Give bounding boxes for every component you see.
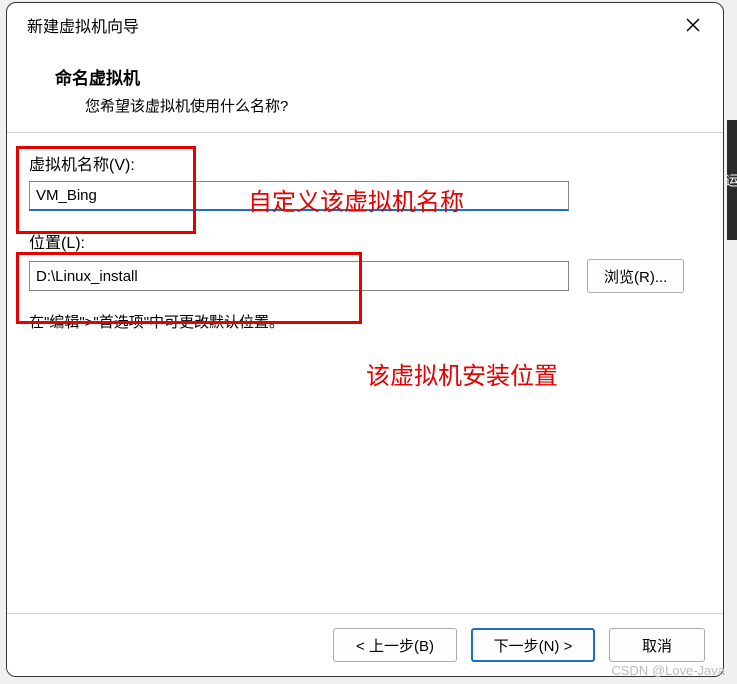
wizard-step-title: 命名虚拟机 <box>55 64 703 89</box>
vm-name-label: 虚拟机名称(V): <box>29 151 701 175</box>
location-row: 浏览(R)... <box>29 259 701 293</box>
vm-name-input[interactable] <box>29 181 569 211</box>
side-strip: 运 <box>727 120 737 240</box>
close-button[interactable] <box>677 11 709 39</box>
cancel-button[interactable]: 取消 <box>609 628 705 662</box>
vm-name-group: 虚拟机名称(V): <box>29 151 701 211</box>
new-vm-wizard-dialog: 新建虚拟机向导 命名虚拟机 您希望该虚拟机使用什么名称? 虚拟机名称(V): 位… <box>6 2 724 677</box>
wizard-header: 命名虚拟机 您希望该虚拟机使用什么名称? <box>7 48 723 132</box>
vm-location-input[interactable] <box>29 261 569 291</box>
close-icon <box>686 18 700 32</box>
next-button[interactable]: 下一步(N) > <box>471 628 595 662</box>
wizard-step-subtitle: 您希望该虚拟机使用什么名称? <box>55 95 703 116</box>
wizard-body: 虚拟机名称(V): 位置(L): 浏览(R)... 在"编辑">"首选项"中可更… <box>7 133 723 613</box>
browse-button[interactable]: 浏览(R)... <box>587 259 684 293</box>
titlebar: 新建虚拟机向导 <box>7 3 723 48</box>
dialog-title: 新建虚拟机向导 <box>27 13 139 37</box>
back-button[interactable]: < 上一步(B) <box>333 628 457 662</box>
vm-location-label: 位置(L): <box>29 229 701 253</box>
vm-location-group: 位置(L): 浏览(R)... <box>29 229 701 293</box>
wizard-button-bar: < 上一步(B) 下一步(N) > 取消 <box>7 613 723 676</box>
default-location-hint: 在"编辑">"首选项"中可更改默认位置。 <box>29 311 701 332</box>
